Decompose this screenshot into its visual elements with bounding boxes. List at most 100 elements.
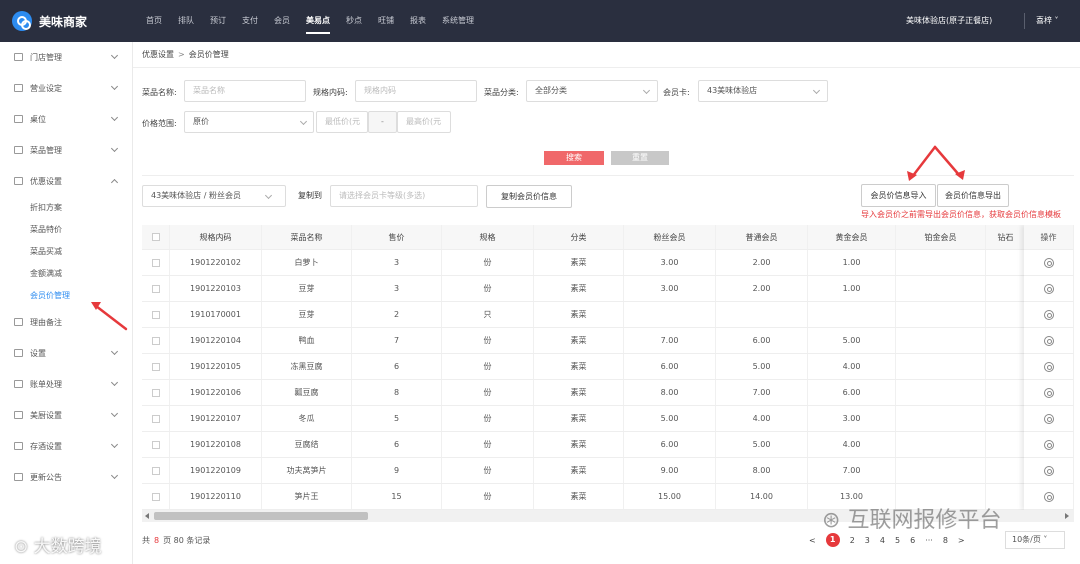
- row-checkbox[interactable]: [151, 388, 160, 397]
- row-checkbox[interactable]: [151, 362, 160, 371]
- nav-item[interactable]: 秒点: [338, 0, 370, 42]
- gear-icon[interactable]: [1043, 465, 1054, 476]
- sidebar-subitem[interactable]: 菜品买减: [30, 246, 62, 257]
- nav-item[interactable]: 旺铺: [370, 0, 402, 42]
- chevron-icon: [110, 144, 119, 153]
- row-checkbox[interactable]: [151, 258, 160, 267]
- sidebar-item[interactable]: 营业设定: [0, 78, 133, 98]
- table-cell: [716, 302, 808, 327]
- gear-icon[interactable]: [1043, 283, 1054, 294]
- scroll-thumb[interactable]: [154, 512, 368, 520]
- sidebar-subitem[interactable]: 菜品特价: [30, 224, 62, 235]
- nav-item[interactable]: 美易点: [298, 0, 338, 42]
- page-number[interactable]: 3: [865, 536, 870, 545]
- sidebar-subitem[interactable]: 金额满减: [30, 268, 62, 279]
- reset-button[interactable]: 重置: [611, 151, 669, 165]
- category-select[interactable]: 全部分类: [526, 80, 658, 102]
- scroll-right-icon[interactable]: [1065, 513, 1069, 519]
- member-card-select[interactable]: 43美味体验店: [698, 80, 828, 102]
- row-checkbox[interactable]: [151, 492, 160, 501]
- min-price-input[interactable]: 最低价(元: [316, 111, 368, 133]
- nav-item[interactable]: 支付: [234, 0, 266, 42]
- summary-suffix: 页 80 条记录: [163, 536, 211, 545]
- table-cell: 功夫莴笋片: [262, 458, 352, 483]
- max-price-input[interactable]: 最高价(元: [397, 111, 451, 133]
- breadcrumb: 优惠设置 > 会员价管理: [142, 49, 229, 60]
- price-range-label: 价格范围:: [142, 119, 177, 128]
- page-number[interactable]: 4: [880, 536, 885, 545]
- row-checkbox[interactable]: [151, 414, 160, 423]
- nav-item[interactable]: 预订: [202, 0, 234, 42]
- sidebar-item[interactable]: 桌位: [0, 109, 133, 129]
- filter-divider: [142, 175, 1074, 176]
- page-number[interactable]: 6: [910, 536, 915, 545]
- page-number[interactable]: ···: [925, 536, 933, 545]
- sidebar-item[interactable]: 理由备注: [0, 312, 133, 332]
- table-cell: [896, 432, 986, 457]
- sidebar-item[interactable]: 存酒设置: [0, 436, 133, 456]
- gear-icon[interactable]: [1043, 309, 1054, 320]
- prev-page-button[interactable]: <: [809, 536, 816, 545]
- row-checkbox[interactable]: [151, 336, 160, 345]
- row-checkbox[interactable]: [151, 284, 160, 293]
- sidebar-item[interactable]: 优惠设置: [0, 171, 133, 191]
- gear-icon[interactable]: [1043, 387, 1054, 398]
- row-checkbox[interactable]: [151, 440, 160, 449]
- nav-item[interactable]: 首页: [138, 0, 170, 42]
- table-cell: 冬瓜: [262, 406, 352, 431]
- select-all-checkbox[interactable]: [151, 233, 160, 241]
- sidebar-item[interactable]: 更新公告: [0, 467, 133, 487]
- page-number[interactable]: 5: [895, 536, 900, 545]
- sidebar-item-icon: [14, 318, 23, 326]
- row-checkbox-cell: [142, 328, 170, 353]
- sidebar-item-icon: [14, 411, 23, 419]
- chevron-icon: [110, 178, 119, 187]
- breadcrumb-parent[interactable]: 优惠设置: [142, 50, 174, 59]
- sidebar-subitem[interactable]: 会员价管理: [30, 290, 70, 301]
- page-number[interactable]: 8: [943, 536, 948, 545]
- sidebar-subitem[interactable]: 折扣方案: [30, 202, 62, 213]
- page-size-select[interactable]: 10条/页 ˅: [1005, 531, 1065, 549]
- nav-item[interactable]: 报表: [402, 0, 434, 42]
- next-page-button[interactable]: >: [958, 536, 965, 545]
- gear-icon[interactable]: [1043, 257, 1054, 268]
- gear-icon[interactable]: [1043, 361, 1054, 372]
- sidebar-item[interactable]: 菜品管理: [0, 140, 133, 160]
- gear-icon[interactable]: [1043, 413, 1054, 424]
- table-cell: 份: [442, 484, 534, 509]
- nav-item[interactable]: 系统管理: [434, 0, 482, 42]
- price-type-select[interactable]: 原价: [184, 111, 314, 133]
- copy-member-price-button[interactable]: 复制会员价信息: [486, 185, 572, 208]
- nav-item[interactable]: 会员: [266, 0, 298, 42]
- scroll-left-icon[interactable]: [145, 513, 149, 519]
- gear-icon[interactable]: [1043, 491, 1054, 502]
- sidebar-item[interactable]: 美厨设置: [0, 405, 133, 425]
- store-name[interactable]: 美味体验店(原子正餐店): [906, 0, 992, 42]
- page-number[interactable]: 1: [825, 533, 840, 547]
- sidebar-item[interactable]: 门店管理: [0, 47, 133, 67]
- sidebar-item[interactable]: 设置: [0, 343, 133, 363]
- column-header: 菜品名称: [262, 225, 352, 249]
- nav-item[interactable]: 排队: [170, 0, 202, 42]
- table-cell: 3: [352, 250, 442, 275]
- export-member-price-button[interactable]: 会员价信息导出: [937, 184, 1009, 207]
- gear-icon[interactable]: [1043, 439, 1054, 450]
- operation-cell: [1024, 276, 1074, 302]
- table-row: 1901220103 豆芽 3 份素菜 3.00 2.00 1.00: [142, 276, 1074, 302]
- table-row: 1901220102 白萝卜 3 份素菜 3.00 2.00 1.00: [142, 250, 1074, 276]
- table-cell: 素菜: [534, 250, 624, 275]
- copy-source-select[interactable]: 43美味体验店 / 粉丝会员: [142, 185, 286, 207]
- import-member-price-button[interactable]: 会员价信息导入: [861, 184, 936, 207]
- page-number[interactable]: 2: [850, 536, 855, 545]
- search-button[interactable]: 搜索: [544, 151, 604, 165]
- sidebar-item[interactable]: 账单处理: [0, 374, 133, 394]
- app-logo[interactable]: 美味商家: [12, 10, 87, 32]
- gear-icon[interactable]: [1043, 335, 1054, 346]
- row-checkbox[interactable]: [151, 466, 160, 475]
- copy-target-select[interactable]: 请选择会员卡等级(多选): [330, 185, 478, 207]
- user-menu[interactable]: 喜梓 ˅: [1036, 0, 1059, 42]
- breadcrumb-divider: [133, 67, 1080, 68]
- dish-name-input[interactable]: 菜品名称: [184, 80, 306, 102]
- spec-code-input[interactable]: 规格内码: [355, 80, 477, 102]
- row-checkbox[interactable]: [151, 310, 160, 319]
